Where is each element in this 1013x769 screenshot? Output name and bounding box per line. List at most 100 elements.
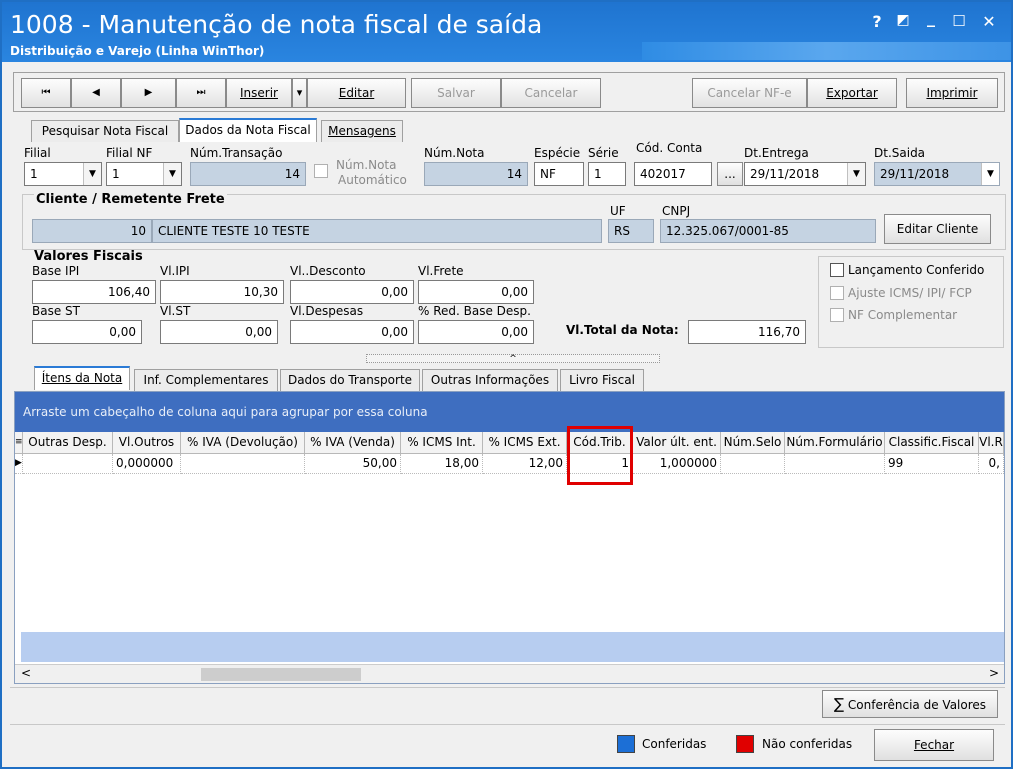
chevron-down-icon[interactable]: ▼ (981, 163, 999, 185)
uf-field[interactable]: RS (608, 219, 654, 243)
tab-inf-complementares[interactable]: Inf. Complementares (134, 369, 278, 391)
table-cell[interactable]: 18,00 (401, 454, 483, 474)
table-cell[interactable]: 12,00 (483, 454, 567, 474)
vl-ipi-field[interactable]: 10,30 (160, 280, 284, 304)
cnpj-field[interactable]: 12.325.067/0001-85 (660, 219, 876, 243)
horizontal-scrollbar[interactable]: < > (15, 664, 1004, 683)
table-cell[interactable] (785, 454, 885, 474)
col-valor-ult-ent[interactable]: Valor últ. ent. (633, 432, 721, 454)
num-nota-auto-checkbox[interactable] (314, 164, 328, 178)
col-num-selo[interactable]: Núm.Selo (721, 432, 785, 454)
total-field[interactable]: 116,70 (688, 320, 806, 344)
tab-dados-transporte[interactable]: Dados do Transporte (280, 369, 420, 391)
nf-compl-checkbox[interactable] (830, 308, 844, 322)
dt-saida-field[interactable]: 29/11/2018 ▼ (874, 162, 1000, 186)
edit-button[interactable]: Editar (307, 78, 406, 108)
summary-footer-row (21, 632, 1004, 662)
chevron-down-icon[interactable]: ▼ (83, 163, 101, 185)
base-ipi-field[interactable]: 106,40 (32, 280, 156, 304)
red-base-label: % Red. Base Desp. (418, 304, 531, 318)
col-iva-devolucao[interactable]: % IVA (Devolução) (181, 432, 305, 454)
col-icms-ext[interactable]: % ICMS Ext. (483, 432, 567, 454)
vl-ipi-label: Vl.IPI (160, 264, 190, 278)
cod-conta-field[interactable]: 402017 (634, 162, 712, 186)
tab-dados-nota[interactable]: Dados da Nota Fiscal (179, 118, 317, 142)
help-icon[interactable]: ? (866, 12, 888, 31)
col-vl-r[interactable]: Vl.R (979, 432, 1004, 454)
splitter-handle[interactable]: ^ (366, 354, 660, 364)
close-icon[interactable]: ✕ (978, 12, 1000, 31)
tab-livro-fiscal[interactable]: Livro Fiscal (560, 369, 644, 391)
tab-outras-informacoes[interactable]: Outras Informações (422, 369, 558, 391)
table-cell[interactable]: 0, (979, 454, 1004, 474)
conferencia-valores-button[interactable]: ∑ Conferência de Valores (822, 690, 998, 718)
filial-select[interactable]: 1 ▼ (24, 162, 102, 186)
insert-dropdown-icon[interactable]: ▾ (292, 78, 307, 108)
tab-itens-nota[interactable]: Ítens da Nota (34, 366, 130, 390)
group-by-panel[interactable]: Arraste um cabeçalho de coluna aqui para… (15, 392, 1004, 432)
tab-pesquisar-nota[interactable]: Pesquisar Nota Fiscal (31, 120, 179, 142)
export-button[interactable]: Exportar (807, 78, 897, 108)
cliente-section-title: Cliente / Remetente Frete (34, 192, 227, 207)
print-button[interactable]: Imprimir (906, 78, 998, 108)
dt-entrega-field[interactable]: 29/11/2018 ▼ (744, 162, 866, 186)
last-record-button[interactable]: ⏭ (176, 78, 226, 108)
especie-field[interactable]: NF (534, 162, 584, 186)
chevron-down-icon[interactable]: ▼ (847, 163, 865, 185)
serie-label: Série (588, 146, 619, 160)
divider (10, 724, 1005, 725)
table-cell[interactable] (181, 454, 305, 474)
close-button[interactable]: Fechar (874, 729, 994, 761)
col-classific-fiscal[interactable]: Classific.Fiscal (885, 432, 979, 454)
filial-nf-select[interactable]: 1 ▼ (106, 162, 182, 186)
highlight-box (567, 426, 633, 485)
table-cell[interactable] (23, 454, 113, 474)
col-outras-desp[interactable]: Outras Desp. (23, 432, 113, 454)
edit-client-button[interactable]: Editar Cliente (884, 214, 991, 244)
vl-desconto-field[interactable]: 0,00 (290, 280, 414, 304)
chevron-down-icon[interactable]: ▼ (163, 163, 181, 185)
col-vl-outros[interactable]: Vl.Outros (113, 432, 181, 454)
cod-conta-search-button[interactable]: ... (717, 162, 743, 186)
num-transacao-field[interactable]: 14 (190, 162, 306, 186)
save-button[interactable]: Salvar (411, 78, 501, 108)
col-iva-venda[interactable]: % IVA (Venda) (305, 432, 401, 454)
next-record-button[interactable]: ▶ (121, 78, 176, 108)
serie-field[interactable]: 1 (588, 162, 626, 186)
column-chooser-icon[interactable]: ≡ (15, 432, 23, 454)
cancel-button[interactable]: Cancelar (501, 78, 601, 108)
red-base-field[interactable]: 0,00 (418, 320, 534, 344)
first-record-button[interactable]: ⏮ (21, 78, 71, 108)
scroll-thumb[interactable] (201, 668, 361, 681)
table-cell[interactable]: 0,000000 (113, 454, 181, 474)
base-st-label: Base ST (32, 304, 80, 318)
table-cell[interactable] (721, 454, 785, 474)
splitter-up-icon: ^ (509, 354, 517, 364)
nao-conferidas-swatch (736, 735, 754, 753)
scroll-right-icon[interactable]: > (989, 666, 999, 680)
vl-despesas-field[interactable]: 0,00 (290, 320, 414, 344)
row-indicator-icon[interactable]: ▶ (15, 454, 23, 474)
previous-record-button[interactable]: ◀ (71, 78, 121, 108)
lancamento-label: Lançamento Conferido (848, 263, 985, 277)
table-cell[interactable]: 99 (885, 454, 979, 474)
cliente-code-field[interactable]: 10 (32, 219, 152, 243)
restore-icon[interactable]: ◩ (892, 12, 914, 28)
vl-st-field[interactable]: 0,00 (160, 320, 278, 344)
lancamento-checkbox[interactable] (830, 263, 844, 277)
base-st-field[interactable]: 0,00 (32, 320, 142, 344)
col-icms-int[interactable]: % ICMS Int. (401, 432, 483, 454)
num-nota-field[interactable]: 14 (424, 162, 528, 186)
table-cell[interactable]: 50,00 (305, 454, 401, 474)
ajuste-checkbox[interactable] (830, 286, 844, 300)
cancel-nfe-button[interactable]: Cancelar NF-e (692, 78, 807, 108)
vl-frete-field[interactable]: 0,00 (418, 280, 534, 304)
col-num-formulario[interactable]: Núm.Formulário (785, 432, 885, 454)
minimize-icon[interactable]: _ (920, 8, 942, 27)
tab-mensagens[interactable]: Mensagens (321, 120, 403, 142)
maximize-icon[interactable]: ☐ (948, 12, 970, 30)
insert-button[interactable]: Inserir (226, 78, 292, 108)
cliente-name-field[interactable]: CLIENTE TESTE 10 TESTE (152, 219, 602, 243)
table-cell[interactable]: 1,000000 (633, 454, 721, 474)
scroll-left-icon[interactable]: < (21, 666, 31, 680)
